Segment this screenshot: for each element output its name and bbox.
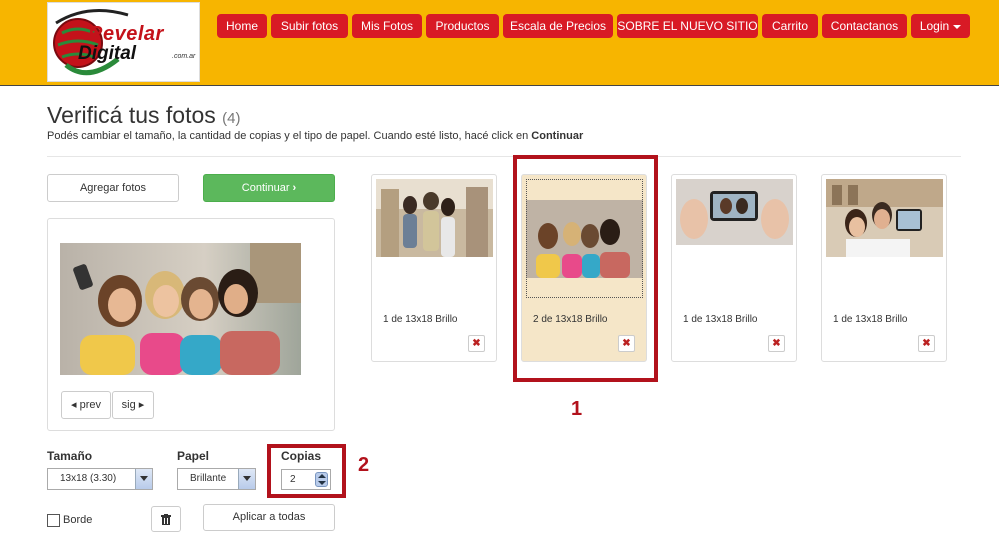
annotation-box-1 — [513, 155, 658, 382]
preview-image[interactable] — [60, 243, 301, 375]
photo-card[interactable]: 1 de 13x18 Brillo ✖ — [821, 174, 947, 362]
nav-mis-fotos[interactable]: Mis Fotos — [352, 14, 422, 38]
add-photos-button[interactable]: Agregar fotos — [47, 174, 179, 202]
nav-sobre-nuevo-sitio[interactable]: SOBRE EL NUEVO SITIO — [617, 14, 758, 38]
nav-productos[interactable]: Productos — [426, 14, 499, 38]
page-title-text: Verificá tus fotos — [47, 102, 216, 128]
nav-login[interactable]: Login — [911, 14, 970, 38]
prev-button[interactable]: ◂ prev — [61, 391, 111, 419]
photo-thumbnail[interactable] — [676, 179, 793, 245]
trash-icon — [161, 514, 171, 525]
caret-down-icon — [953, 24, 962, 29]
remove-photo-button[interactable]: ✖ — [918, 335, 935, 352]
next-button[interactable]: sig ▸ — [112, 391, 154, 419]
nav-home[interactable]: Home — [217, 14, 267, 38]
site-logo[interactable]: Revelar Digital .com.ar — [47, 2, 200, 82]
size-label: Tamaño — [47, 449, 93, 463]
paper-value: Brillante — [190, 473, 227, 484]
photo-count: (4) — [222, 110, 241, 127]
logo-domain: .com.ar — [172, 53, 196, 60]
remove-photo-button[interactable]: ✖ — [468, 335, 485, 352]
divider — [47, 156, 961, 157]
apply-all-button[interactable]: Aplicar a todas — [203, 504, 335, 531]
select-arrow-icon — [238, 469, 255, 489]
caret-left-icon: ◂ — [71, 399, 77, 411]
nav-carrito[interactable]: Carrito — [762, 14, 818, 38]
chevron-right-icon: › — [292, 182, 297, 194]
caret-right-icon: ▸ — [138, 399, 145, 411]
border-checkbox[interactable] — [47, 514, 60, 527]
photo-caption: 1 de 13x18 Brillo — [833, 314, 908, 325]
photo-caption: 1 de 13x18 Brillo — [383, 314, 458, 325]
photo-card[interactable]: 1 de 13x18 Brillo ✖ — [371, 174, 497, 362]
close-icon: ✖ — [472, 338, 481, 349]
paper-select[interactable]: Brillante — [177, 468, 256, 490]
photo-preview-panel: ◂ prev sig ▸ — [47, 218, 335, 431]
prev-label: prev — [79, 399, 101, 411]
nav-contactanos[interactable]: Contactanos — [822, 14, 907, 38]
close-icon: ✖ — [922, 338, 931, 349]
delete-button[interactable] — [151, 506, 181, 532]
subtitle-text: Podés cambiar el tamaño, la cantidad de … — [47, 130, 529, 142]
photo-card[interactable]: 1 de 13x18 Brillo ✖ — [671, 174, 797, 362]
photo-caption: 1 de 13x18 Brillo — [683, 314, 758, 325]
photo-thumbnail[interactable] — [826, 179, 943, 257]
page-title: Verificá tus fotos (4) — [47, 102, 240, 129]
page-subtitle: Podés cambiar el tamaño, la cantidad de … — [47, 130, 583, 142]
logo-text-digital: Digital — [78, 43, 137, 64]
size-select[interactable]: 13x18 (3.30) — [47, 468, 153, 490]
nav-subir-fotos[interactable]: Subir fotos — [271, 14, 348, 38]
annotation-box-2 — [267, 444, 346, 498]
nav-login-label: Login — [919, 19, 950, 33]
select-arrow-icon — [135, 469, 152, 489]
continue-label: Continuar — [241, 182, 290, 194]
continue-button[interactable]: Continuar › — [203, 174, 335, 202]
photo-thumbnail[interactable] — [376, 179, 493, 257]
annotation-marker-2: 2 — [358, 454, 370, 476]
close-icon: ✖ — [772, 338, 781, 349]
nav-escala-precios[interactable]: Escala de Precios — [503, 14, 613, 38]
border-label: Borde — [63, 514, 93, 526]
size-value: 13x18 (3.30) — [60, 473, 117, 484]
subtitle-strong: Continuar — [531, 130, 584, 142]
paper-label: Papel — [177, 449, 210, 463]
remove-photo-button[interactable]: ✖ — [768, 335, 785, 352]
annotation-marker-1: 1 — [571, 398, 583, 420]
site-header: Revelar Digital .com.ar Home Subir fotos… — [0, 0, 999, 86]
next-label: sig — [121, 399, 136, 411]
